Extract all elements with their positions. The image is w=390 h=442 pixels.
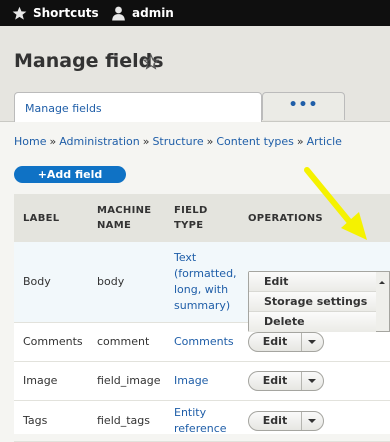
table-row: Image field_image Image Edit	[14, 362, 390, 401]
breadcrumb-content-types[interactable]: Content types	[216, 135, 294, 148]
edit-button[interactable]: Edit	[249, 412, 302, 430]
operations-dropbutton: Edit	[248, 371, 324, 391]
dropdown-toggle[interactable]	[301, 333, 323, 351]
user-label: admin	[132, 6, 174, 20]
shortcuts-label: Shortcuts	[33, 6, 99, 20]
column-machine-name-header: MACHINE NAME	[97, 203, 151, 233]
row-field-type-link[interactable]: Image	[174, 373, 208, 389]
user-menu[interactable]: admin	[111, 0, 174, 26]
column-machine-name-line1: MACHINE	[97, 205, 152, 216]
star-icon	[12, 6, 27, 20]
operations-dropbutton: Edit	[248, 411, 324, 431]
field-type-line: Text	[174, 251, 197, 264]
page-header: Manage fields Manage fields •••	[0, 26, 390, 122]
user-icon	[112, 6, 125, 21]
row-label: Tags	[23, 414, 48, 427]
chevron-down-icon	[308, 340, 316, 344]
row-machine-name: body	[97, 275, 125, 288]
dropdown-item-delete[interactable]: Delete	[249, 312, 377, 332]
shortcuts-menu[interactable]: Shortcuts	[12, 0, 99, 26]
breadcrumb-separator: »	[296, 135, 304, 148]
breadcrumb-separator: »	[206, 135, 214, 148]
edit-button[interactable]: Edit	[249, 372, 302, 390]
breadcrumb-structure[interactable]: Structure	[152, 135, 203, 148]
dropdown-item-storage-settings[interactable]: Storage settings	[249, 292, 377, 312]
row-field-type-link[interactable]: Comments	[174, 334, 234, 350]
column-field-type-line1: FIELD	[174, 205, 208, 216]
breadcrumb-administration[interactable]: Administration	[59, 135, 140, 148]
column-field-type-header: FIELD TYPE	[174, 203, 208, 233]
tab-manage-fields[interactable]: Manage fields	[14, 92, 262, 122]
field-type-line: reference	[174, 422, 227, 435]
tab-more[interactable]: •••	[262, 92, 345, 120]
page-title: Manage fields	[14, 50, 164, 72]
breadcrumb: Home» Administration» Structure» Content ty…	[14, 135, 342, 148]
field-type-line: long, with	[174, 283, 229, 296]
operations-dropbutton: Edit	[248, 332, 324, 352]
row-label: Body	[23, 275, 51, 288]
column-field-type-line2: TYPE	[174, 220, 204, 231]
dropdown-toggle[interactable]	[301, 372, 323, 390]
favorite-star-icon[interactable]	[143, 54, 159, 70]
dropdown-item-edit[interactable]: Edit	[249, 272, 377, 292]
row-field-type-link[interactable]: Text (formatted, long, with summary)	[174, 250, 237, 314]
breadcrumb-article[interactable]: Article	[307, 135, 342, 148]
field-type-line: Entity	[174, 406, 207, 419]
chevron-up-icon	[379, 281, 385, 284]
breadcrumb-separator: »	[49, 135, 57, 148]
chevron-down-icon	[308, 419, 316, 423]
breadcrumb-separator: »	[142, 135, 150, 148]
table-row: Tags field_tags Entity reference Edit	[14, 401, 390, 442]
column-machine-name-line2: NAME	[97, 220, 132, 231]
row-label: Image	[23, 374, 58, 387]
row-machine-name: field_image	[97, 374, 161, 387]
edit-button[interactable]: Edit	[249, 333, 302, 351]
row-label: Comments	[23, 335, 83, 348]
breadcrumb-home[interactable]: Home	[14, 135, 46, 148]
row-machine-name: comment	[97, 335, 150, 348]
more-icon: •••	[288, 97, 319, 113]
dropdown-toggle-open[interactable]	[376, 271, 390, 332]
dropdown-toggle[interactable]	[301, 412, 323, 430]
add-field-button[interactable]: +Add field	[14, 166, 126, 183]
annotation-arrow	[304, 167, 367, 240]
row-field-type-link[interactable]: Entity reference	[174, 405, 227, 437]
field-type-line: summary)	[174, 299, 231, 312]
row-machine-name: field_tags	[97, 414, 151, 427]
field-type-line: (formatted,	[174, 267, 237, 280]
chevron-down-icon	[308, 379, 316, 383]
admin-toolbar: Shortcuts admin	[0, 0, 390, 26]
column-label-header: LABEL	[23, 213, 60, 224]
operations-dropdown-menu: Edit Storage settings Delete	[248, 271, 378, 332]
tab-manage-fields-label: Manage fields	[25, 102, 102, 115]
